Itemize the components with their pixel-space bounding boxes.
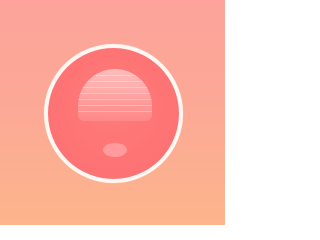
sphere-reflection <box>103 143 127 157</box>
app-icon-canvas <box>0 0 225 225</box>
